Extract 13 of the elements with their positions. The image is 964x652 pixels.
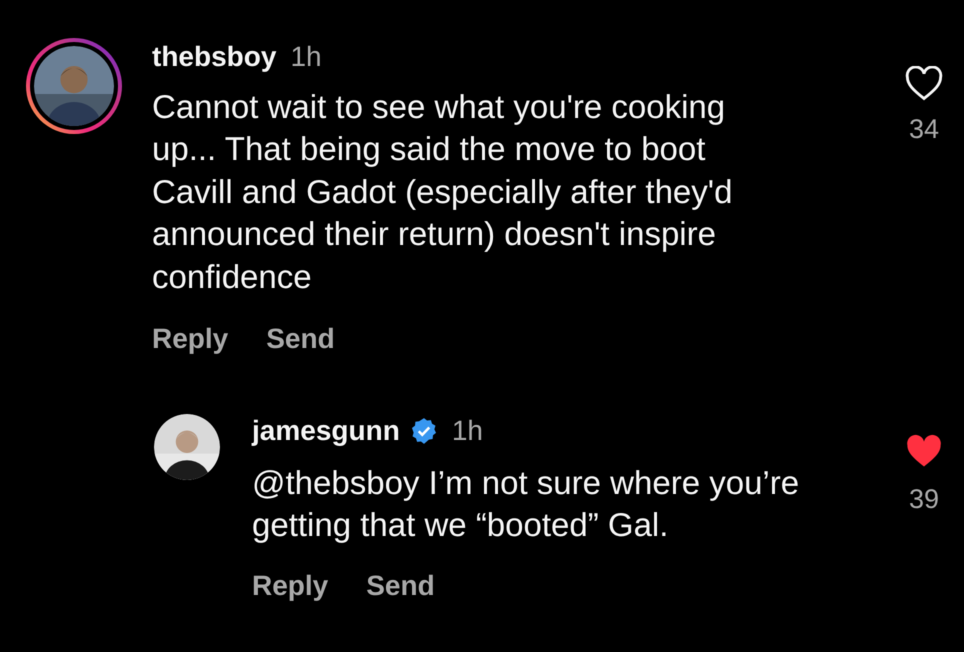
timestamp: 1h [452,414,483,448]
action-link[interactable]: Send [266,318,335,360]
like-count: 34 [908,113,940,146]
heart-icon[interactable] [905,66,943,101]
like-count: 39 [908,483,940,516]
action-link[interactable]: Reply [152,318,228,360]
username[interactable]: jamesgunn [252,414,400,448]
timestamp: 1h [290,40,322,74]
action-link[interactable]: Reply [252,564,328,607]
comment-text: @thebsboy I’m not sure where you’re getting that we “booted” Gal. [252,462,800,546]
username[interactable]: thebsboy [152,40,276,74]
action-link[interactable]: Send [366,564,435,607]
comment-text: Cannot wait to see what you're cooking up... That being said the move to boot Cavill and Gadot (especially after they'd announced their return) doesn't inspire confidence [152,86,734,297]
